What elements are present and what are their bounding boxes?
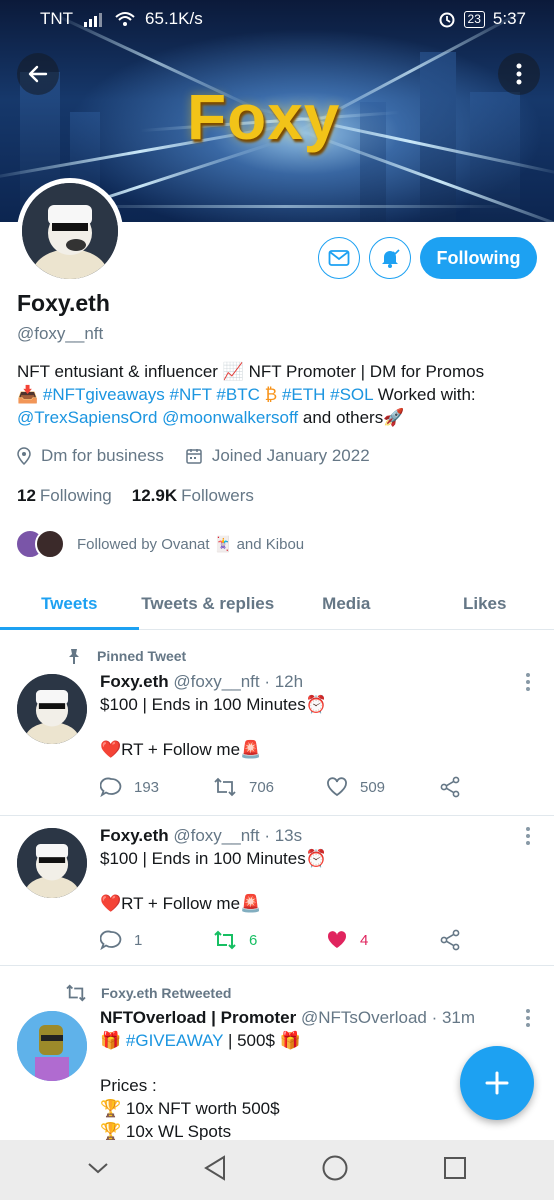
profile-handle: @foxy__nft: [17, 324, 104, 343]
tab-media[interactable]: Media: [277, 578, 416, 629]
tweet[interactable]: Pinned Tweet Foxy.eth @foxy__nft · 12h $…: [0, 630, 554, 816]
followers-count-link[interactable]: 12.9K Followers: [132, 486, 254, 506]
tweet[interactable]: Foxy.eth Retweeted NFTOverload | Promote…: [0, 966, 554, 1141]
following-count-link[interactable]: 12 Following: [17, 486, 112, 506]
tab-likes[interactable]: Likes: [416, 578, 554, 629]
bio-line-1: NFT entusiant & influencer 📈 NFT Promote…: [17, 362, 485, 381]
profile-bio: NFT entusiant & influencer 📈 NFT Promote…: [17, 360, 542, 429]
system-nav-bar: [0, 1140, 554, 1200]
square-recents-icon: [443, 1156, 466, 1179]
like-button[interactable]: 509: [326, 777, 439, 797]
tweet-text-line: $100 | Ends in 100 Minutes⏰: [100, 849, 327, 868]
follow-counts: 12 Following 12.9K Followers: [17, 486, 254, 506]
tweet-header: Foxy.eth @foxy__nft · 12h: [100, 672, 304, 691]
nav-collapse-button[interactable]: [87, 1161, 109, 1180]
profile-location: Dm for business: [41, 446, 164, 465]
followed-by[interactable]: Followed by Ovanat 🃏 and Kibou: [15, 529, 304, 559]
tweet-text-line: 🎁 #GIVEAWAY | 500$ 🎁: [100, 1031, 301, 1050]
profile-avatar[interactable]: [17, 178, 123, 284]
profile-tabs: Tweets Tweets & replies Media Likes: [0, 578, 554, 630]
triangle-back-icon: [203, 1154, 225, 1181]
tweet-avatar[interactable]: [17, 828, 87, 898]
tweet-avatar[interactable]: [17, 1011, 87, 1081]
nav-home-button[interactable]: [321, 1154, 349, 1187]
chevron-down-icon: [87, 1162, 108, 1173]
retweet-icon: [214, 930, 236, 950]
avatar-image: [22, 183, 118, 279]
tab-tweets[interactable]: Tweets: [0, 578, 139, 630]
signal-icon: [84, 13, 103, 27]
tweet-more-button[interactable]: [520, 670, 536, 694]
nav-back-button[interactable]: [202, 1154, 228, 1187]
retweet-button[interactable]: 6: [213, 930, 326, 950]
more-vertical-icon: [516, 63, 522, 85]
tweet-actions: 193 706 509: [100, 776, 552, 798]
back-arrow-icon: [28, 65, 48, 83]
message-button[interactable]: [318, 237, 360, 279]
bio-hashtags-2[interactable]: #ETH #SOL: [282, 385, 373, 404]
clock: 5:37: [492, 9, 526, 28]
notifications-button[interactable]: [369, 237, 411, 279]
profile-joined: Joined January 2022: [211, 446, 370, 465]
carrier: TNT: [40, 9, 74, 28]
tweet-text-line: Prices :: [100, 1076, 157, 1095]
tweet-context: Foxy.eth Retweeted: [65, 984, 231, 1002]
wifi-icon: [115, 12, 135, 26]
retweet-icon: [214, 777, 236, 797]
compose-plus-icon: [485, 1071, 509, 1095]
tweet-text-line: 🏆 10x WL Spots: [100, 1122, 232, 1141]
alarm-icon: [439, 12, 455, 28]
more-options-button[interactable]: [498, 53, 540, 95]
bio-mentions[interactable]: @TrexSapiensOrd @moonwalkersoff: [17, 408, 298, 427]
mail-icon: [328, 250, 350, 266]
reply-icon: [100, 777, 122, 797]
location-icon: [17, 447, 31, 465]
tweet-context: Pinned Tweet: [65, 647, 186, 665]
status-bar: TNT 65.1K/s 23 5:37: [0, 0, 554, 38]
like-button[interactable]: 4: [326, 930, 439, 950]
bio-line-3: @TrexSapiensOrd @moonwalkersoff and othe…: [17, 408, 405, 427]
tweet-hashtag[interactable]: #GIVEAWAY: [126, 1031, 223, 1050]
network-speed: 65.1K/s: [145, 9, 203, 28]
tweet-avatar[interactable]: [17, 674, 87, 744]
banner-title: Foxy: [187, 81, 341, 153]
reply-button[interactable]: 1: [100, 930, 213, 950]
follower-avatar: [35, 529, 65, 559]
retweet-icon: [66, 984, 86, 1002]
tweet-more-button[interactable]: [520, 824, 536, 848]
share-icon: [440, 929, 460, 951]
share-icon: [440, 776, 460, 798]
share-button[interactable]: [439, 776, 552, 798]
profile-meta: Dm for business Joined January 2022: [17, 446, 370, 466]
battery-level: 23: [463, 10, 485, 28]
tweet-more-button[interactable]: [520, 1006, 536, 1030]
tweet-text-line: ❤️RT + Follow me🚨: [100, 740, 262, 759]
calendar-icon: [186, 449, 202, 464]
compose-tweet-button[interactable]: [460, 1046, 534, 1120]
followed-by-text: Followed by Ovanat 🃏 and Kibou: [77, 536, 305, 553]
bio-line-2: 📥 #NFTgiveaways #NFT #BTC ₿ #ETH #SOL Wo…: [17, 385, 476, 404]
heart-icon: [327, 777, 347, 797]
reply-button[interactable]: 193: [100, 777, 213, 797]
bell-icon: [382, 249, 400, 268]
share-button[interactable]: [439, 929, 552, 951]
profile-name: Foxy.eth: [17, 290, 110, 316]
tweet-header: NFTOverload | Promoter @NFTsOverload · 3…: [100, 1008, 476, 1027]
back-button[interactable]: [17, 53, 59, 95]
reply-icon: [100, 930, 122, 950]
tab-tweets-replies[interactable]: Tweets & replies: [139, 578, 278, 629]
following-button[interactable]: Following: [420, 237, 537, 279]
tweet-text-line: $100 | Ends in 100 Minutes⏰: [100, 695, 327, 714]
bio-hashtags[interactable]: #NFTgiveaways #NFT #BTC: [43, 385, 260, 404]
retweet-button[interactable]: 706: [213, 777, 326, 797]
tweet-actions: 1 6 4: [100, 929, 552, 951]
tweet[interactable]: Foxy.eth @foxy__nft · 13s $100 | Ends in…: [0, 816, 554, 966]
nav-recents-button[interactable]: [442, 1155, 468, 1186]
tweet-header: Foxy.eth @foxy__nft · 13s: [100, 826, 303, 845]
pin-icon: [69, 649, 79, 664]
heart-icon: [327, 931, 347, 948]
circle-home-icon: [322, 1155, 347, 1180]
tweet-text-line: 🏆 10x NFT worth 500$: [100, 1099, 280, 1118]
tweet-text-line: ❤️RT + Follow me🚨: [100, 894, 262, 913]
